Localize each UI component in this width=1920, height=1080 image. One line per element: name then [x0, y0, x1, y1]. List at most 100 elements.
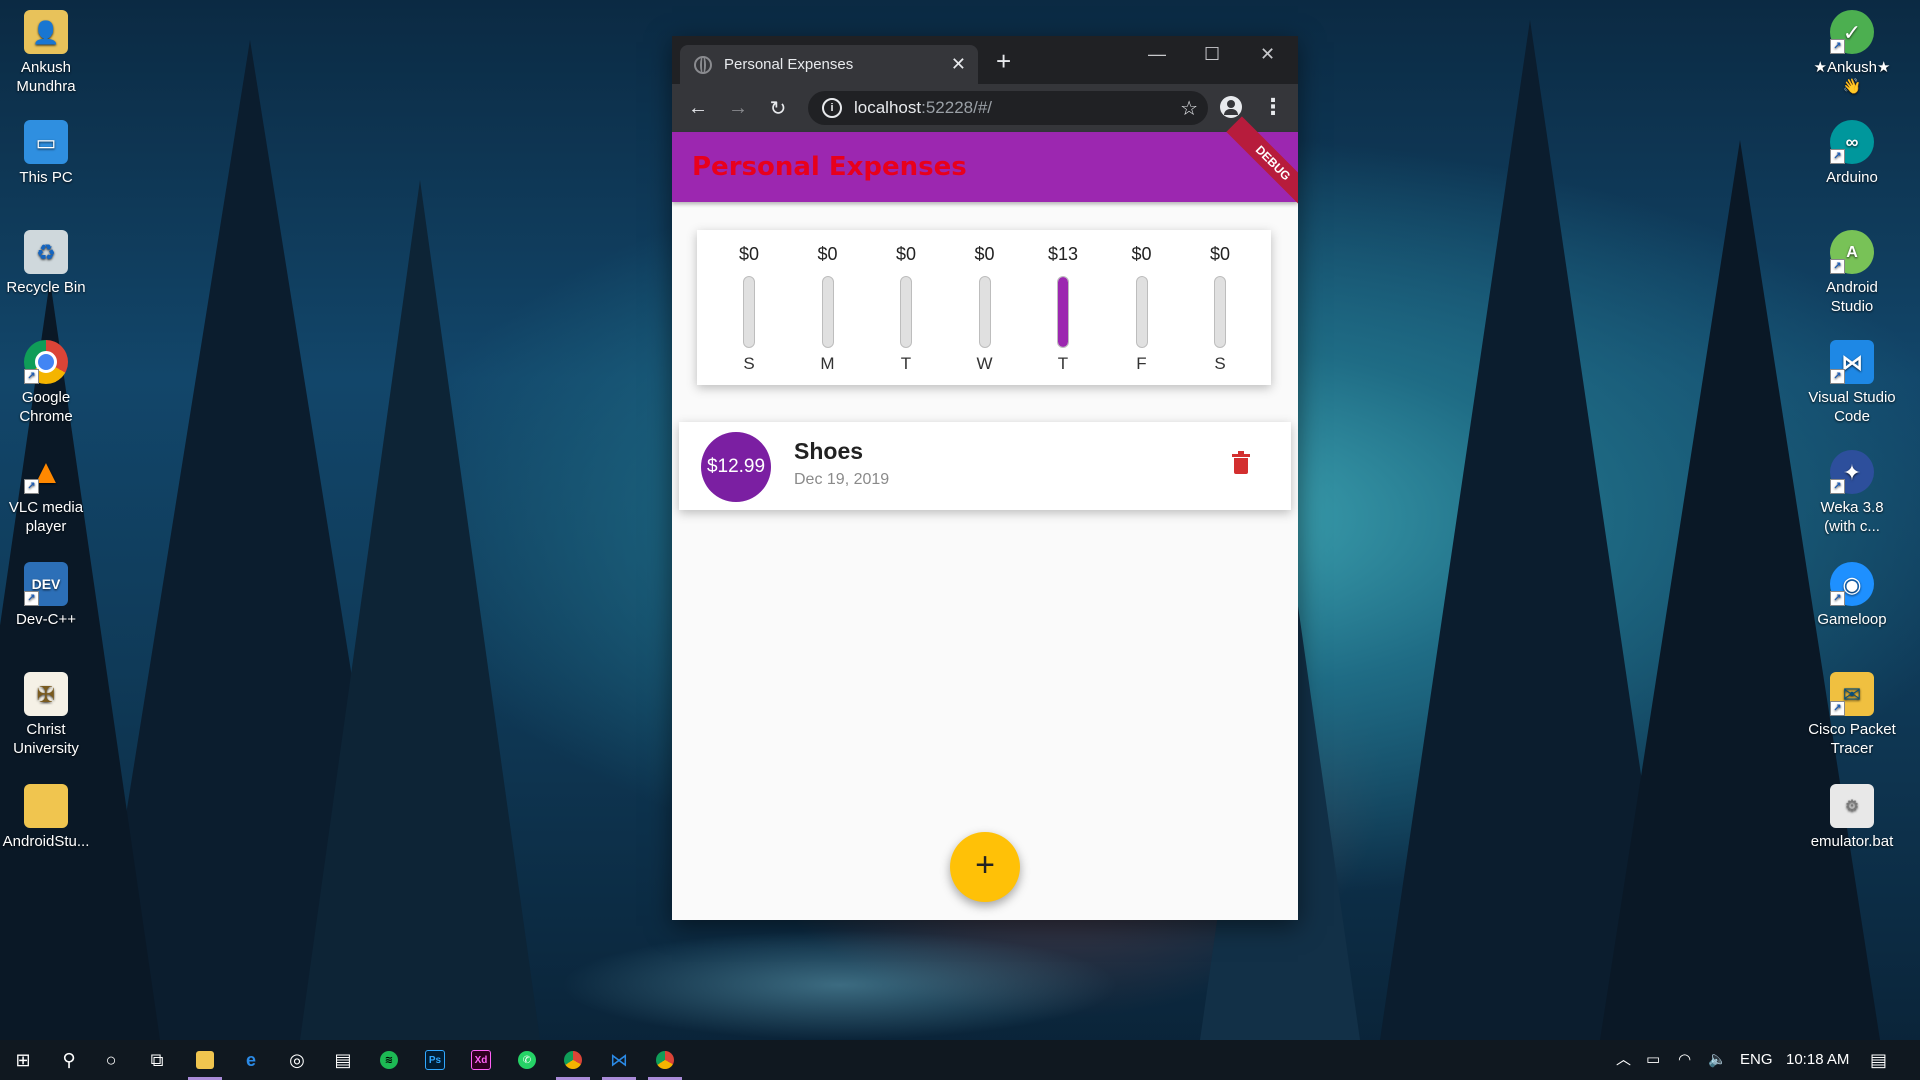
- back-icon[interactable]: ←: [678, 97, 718, 120]
- language-indicator[interactable]: ENG: [1740, 1040, 1773, 1080]
- folder-icon: [24, 784, 68, 828]
- chrome-icon[interactable]: [550, 1040, 596, 1080]
- show-hidden-icons-chevron-icon[interactable]: ︿: [1616, 1040, 1631, 1080]
- battery-icon[interactable]: ▭: [1646, 1040, 1660, 1080]
- taskbar: ⊞ ⚲ ○ ⧉ e ◎ ▤ ≋ Ps Xd ✆ ⋈ ︿ ▭ ◠ 🔈 ENG 10…: [0, 1040, 1920, 1080]
- photoshop-label: Ps: [425, 1050, 445, 1070]
- bookmark-star-icon[interactable]: ☆: [1180, 96, 1198, 121]
- globe-icon: [694, 55, 712, 74]
- browser-window: Personal Expenses ✕ + — ☐ ✕ ← → ↻ i loca…: [672, 36, 1298, 920]
- menu-kebab-icon[interactable]: ⋮: [1262, 94, 1284, 120]
- desktop-icon-label: VLC media player: [8, 499, 84, 535]
- weka-icon: ✦ ↗: [1830, 450, 1874, 494]
- start-icon[interactable]: ⊞: [0, 1040, 46, 1080]
- chart-bar-amount: $0: [1209, 244, 1231, 264]
- transaction-amount-avatar: $12.99: [701, 432, 771, 502]
- chart-bar-day-label: T: [900, 354, 912, 373]
- transaction-date: Dec 19, 2019: [794, 471, 890, 488]
- desktop-icon-label: Christ University: [13, 721, 79, 757]
- edge-icon[interactable]: e: [228, 1040, 274, 1080]
- chart-bar-amount: $13: [1047, 244, 1079, 264]
- chart-bar-amount: $0: [817, 244, 838, 264]
- close-window-button[interactable]: ✕: [1260, 44, 1275, 65]
- file-explorer-icon[interactable]: [182, 1040, 228, 1080]
- tab-strip: Personal Expenses ✕ + — ☐ ✕: [672, 36, 1298, 84]
- chart-bar-track: [978, 276, 991, 348]
- browser-tab[interactable]: Personal Expenses ✕: [680, 45, 978, 84]
- cortana-icon[interactable]: ○: [88, 1040, 134, 1080]
- chart-bar-track: [821, 276, 834, 348]
- reload-icon[interactable]: ↻: [758, 96, 798, 121]
- store-icon[interactable]: ▤: [320, 1040, 366, 1080]
- desktop-icon-label: Cisco Packet Tracer: [1808, 721, 1896, 757]
- desktop-icon-label: Visual Studio Code: [1808, 389, 1896, 425]
- chart-bar-day-label: S: [1214, 354, 1226, 373]
- address-bar[interactable]: i localhost:52228/#/ ☆: [808, 91, 1208, 125]
- desktop-icon-gameloop[interactable]: ◉ ↗ Gameloop: [1804, 562, 1900, 629]
- photoshop-icon[interactable]: Ps: [412, 1040, 458, 1080]
- desktop-icon-weka[interactable]: ✦ ↗ Weka 3.8 (with c...: [1804, 450, 1900, 536]
- profile-icon[interactable]: [1220, 96, 1242, 118]
- desktop-icon-label: This PC: [19, 169, 73, 186]
- chart-bar-day-label: M: [820, 354, 835, 373]
- vscode-icon[interactable]: ⋈: [596, 1040, 642, 1080]
- desktop-icon-label: Google Chrome: [19, 389, 73, 425]
- spotify-icon[interactable]: ≋: [366, 1040, 412, 1080]
- chart-bar-column: $0 S: [1190, 244, 1250, 374]
- desktop-icon-androidstudio-folder[interactable]: AndroidStu...: [0, 784, 94, 851]
- chart-bar-column: $0 F: [1112, 244, 1172, 374]
- close-tab-icon[interactable]: ✕: [951, 54, 966, 75]
- action-center-icon[interactable]: ▤: [1870, 1040, 1887, 1080]
- desktop-icon-label: Gameloop: [1817, 611, 1887, 628]
- desktop-icon-arduino[interactable]: ∞ ↗ Arduino: [1804, 120, 1900, 187]
- check-folder-icon: ✓ ↗: [1830, 10, 1874, 54]
- desktop-icon-devcpp[interactable]: DEV ↗ Dev-C++: [0, 562, 94, 629]
- new-tab-button[interactable]: +: [996, 48, 1011, 74]
- desktop-icon-cisco[interactable]: ✉ ↗ Cisco Packet Tracer: [1804, 672, 1900, 758]
- chart-bar-fill: [1058, 277, 1068, 347]
- desktop-icon-vscode[interactable]: ⋈ ↗ Visual Studio Code: [1804, 340, 1900, 426]
- chart-bar-track: [1214, 276, 1226, 348]
- add-transaction-button[interactable]: +: [950, 832, 1020, 902]
- forward-icon[interactable]: →: [718, 97, 758, 120]
- xd-icon[interactable]: Xd: [458, 1040, 504, 1080]
- search-icon[interactable]: ⚲: [46, 1040, 92, 1080]
- chart-bar-track: [1135, 276, 1148, 348]
- chrome-icon-2[interactable]: [642, 1040, 688, 1080]
- chart-bar-day-label: W: [976, 354, 993, 373]
- desktop-icon-recycle-bin[interactable]: ♻ Recycle Bin: [0, 230, 94, 297]
- wifi-icon[interactable]: ◠: [1678, 1040, 1691, 1080]
- desktop-icon-vlc[interactable]: ▲ ↗ VLC media player: [0, 450, 94, 536]
- desktop-icon-chrome[interactable]: ↗ Google Chrome: [0, 340, 94, 426]
- minimize-button[interactable]: —: [1148, 44, 1166, 65]
- devcpp-icon: DEV ↗: [24, 562, 68, 606]
- url-path: :52228/#/: [921, 98, 993, 117]
- desktop-icon-this-pc[interactable]: ▭ This PC: [0, 120, 94, 187]
- desktop-icon-user-folder[interactable]: 👤 Ankush Mundhra: [0, 10, 94, 96]
- recycle-bin-icon: ♻: [24, 230, 68, 274]
- whatsapp-icon[interactable]: ✆: [504, 1040, 550, 1080]
- app-bar: Personal Expenses DEBUG: [672, 116, 1298, 210]
- volume-icon[interactable]: 🔈: [1708, 1040, 1727, 1080]
- clock[interactable]: 10:18 AM: [1786, 1040, 1849, 1080]
- android-studio-icon: A ↗: [1830, 230, 1874, 274]
- task-view-icon[interactable]: ⧉: [134, 1040, 180, 1080]
- desktop-icon-android-studio[interactable]: A ↗ Android Studio: [1804, 230, 1900, 316]
- chart-bar-amount: $0: [738, 244, 760, 264]
- desktop-icon-label: Weka 3.8 (with c...: [1820, 499, 1884, 535]
- maximize-button[interactable]: ☐: [1204, 44, 1220, 65]
- info-icon[interactable]: i: [822, 98, 842, 118]
- desktop-icon-ankush[interactable]: ✓ ↗ ★Ankush★ 👋: [1804, 10, 1900, 96]
- xd-label: Xd: [471, 1050, 491, 1070]
- chart-bar-column: $0 M: [798, 244, 858, 374]
- groove-icon[interactable]: ◎: [274, 1040, 320, 1080]
- delete-icon[interactable]: [1232, 451, 1250, 474]
- desktop-icon-christ-university[interactable]: ✠ Christ University: [0, 672, 94, 758]
- chart-bar-day-label: F: [1136, 354, 1147, 373]
- computer-icon: ▭: [24, 120, 68, 164]
- chart-bar-column: $0 W: [955, 244, 1015, 374]
- desktop-icon-label: ★Ankush★ 👋: [1813, 59, 1891, 95]
- vscode-icon: ⋈ ↗: [1830, 340, 1874, 384]
- batch-file-icon: ⚙: [1830, 784, 1874, 828]
- desktop-icon-emulator-bat[interactable]: ⚙ emulator.bat: [1804, 784, 1900, 851]
